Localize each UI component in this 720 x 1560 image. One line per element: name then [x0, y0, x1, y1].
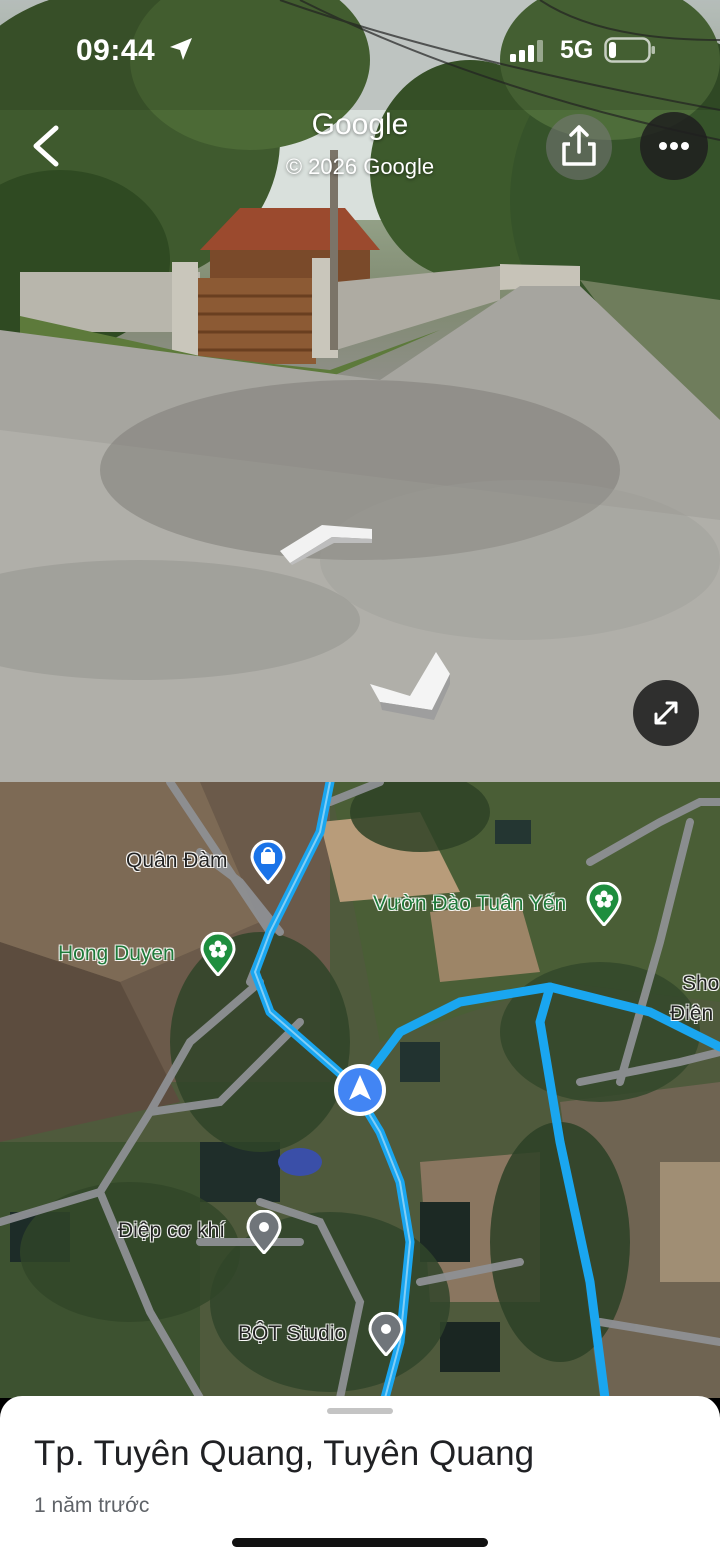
satellite-map[interactable]: Quân Đàm Vườn Đào Tuân Yến Hong Duyen Đi…	[0, 782, 720, 1398]
street-view-back-arrow[interactable]	[366, 648, 452, 722]
more-options-button[interactable]	[640, 112, 708, 180]
location-arrow-icon	[168, 36, 194, 67]
place-title: Tp. Tuyên Quang, Tuyên Quang	[34, 1434, 535, 1473]
share-button[interactable]	[546, 114, 612, 180]
chevron-left-icon	[33, 125, 59, 167]
status-time: 09:44	[76, 34, 156, 67]
google-watermark: Google	[311, 108, 409, 141]
capture-date: 1 năm trước	[34, 1494, 150, 1517]
navigation-arrow-icon	[334, 1064, 386, 1116]
street-view-panorama[interactable]: 09:44 5G Google © 2026 Google	[0, 0, 720, 782]
flower-icon[interactable]	[200, 931, 236, 978]
network-type: 5G	[560, 36, 594, 64]
copyright-text: © 2026 Google	[285, 154, 435, 179]
sheet-drag-handle[interactable]	[327, 1408, 393, 1414]
bottom-sheet[interactable]: Tp. Tuyên Quang, Tuyên Quang 1 năm trước	[0, 1396, 720, 1560]
expand-button[interactable]	[633, 680, 699, 746]
poi-label-partial: Sho	[682, 972, 720, 995]
flower-icon[interactable]	[586, 881, 622, 928]
place-pin-icon[interactable]	[246, 1209, 282, 1256]
poi-label: Vườn Đào Tuân Yến	[373, 892, 567, 915]
back-button[interactable]	[22, 116, 82, 176]
poi-label-partial: Điện	[670, 1002, 714, 1025]
poi-label: Hong Duyen	[58, 942, 175, 965]
share-icon	[562, 125, 596, 166]
street-view-forward-arrow[interactable]	[276, 515, 376, 565]
place-pin-icon[interactable]	[368, 1311, 404, 1358]
cellular-signal-icon	[510, 40, 546, 67]
current-location-marker	[332, 1062, 388, 1118]
chevron-arrow-icon	[280, 525, 372, 565]
chevron-arrow-icon	[370, 652, 450, 720]
poi-label: BỘT Studio	[238, 1322, 347, 1345]
shopping-bag-icon[interactable]	[250, 839, 286, 886]
more-horizontal-icon	[659, 142, 689, 150]
status-bar: 09:44 5G	[0, 0, 720, 100]
home-indicator[interactable]	[232, 1538, 488, 1547]
battery-low-icon	[604, 37, 656, 68]
poi-label: Điệp cơ khí	[118, 1219, 226, 1242]
expand-icon	[654, 701, 678, 725]
poi-label: Quân Đàm	[126, 849, 228, 872]
